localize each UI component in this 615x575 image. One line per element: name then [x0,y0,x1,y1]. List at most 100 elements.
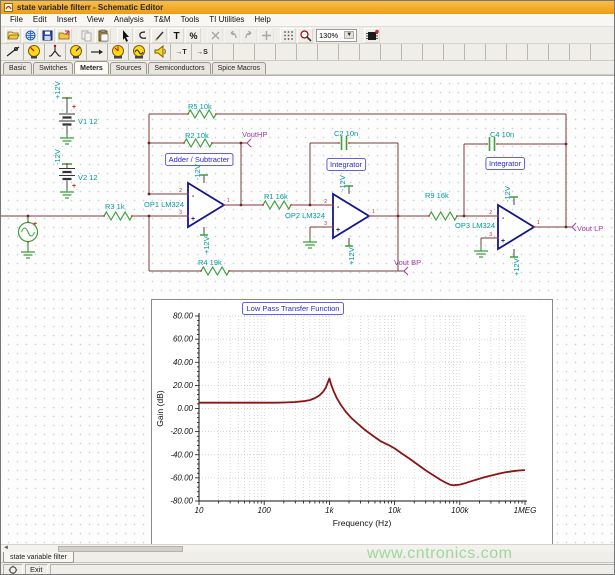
tab-basic[interactable]: Basic [3,62,32,74]
capacitor-c2[interactable] [342,136,347,150]
wire-tool-button[interactable] [134,28,150,43]
label-c4: C4 10n [490,130,514,139]
op1-vplus: +12V [202,236,211,254]
pin-tool-button[interactable] [87,44,108,60]
paste-button[interactable] [95,28,111,43]
to-t-button[interactable]: →T [171,44,192,60]
menu-edit[interactable]: Edit [28,14,52,26]
x-tick-label: 1k [325,506,334,515]
draw-tool-button[interactable] [151,28,167,43]
delete-button[interactable] [207,28,223,43]
to-s-button[interactable]: →S [192,44,213,60]
opamp-op2[interactable] [333,186,369,246]
speaker-button[interactable] [150,44,171,60]
source-polarity: + [33,221,37,228]
ground-op3[interactable] [474,247,488,257]
ground-op2[interactable] [303,238,317,248]
copy-button[interactable] [78,28,94,43]
resistor-r4 [201,267,229,275]
zoom-tool-button[interactable] [297,28,313,43]
select-tool-button[interactable] [117,28,133,43]
tab-spice-macros[interactable]: Spice Macros [212,62,266,74]
open-file-button[interactable] [5,28,21,43]
scroll-left-icon[interactable]: ◄ [3,545,9,551]
signal-analyzer-button[interactable] [129,44,150,60]
document-tab[interactable]: state variable filter [3,552,74,563]
symbol-tool-button[interactable]: % [185,28,201,43]
op2-vplus: +12V [347,247,356,265]
status-message-panel [50,564,615,575]
mode-indicator[interactable] [3,564,23,575]
open-web-button[interactable] [22,28,38,43]
transfer-function-chart[interactable]: 80.0060.0040.0020.000.00-20.00-40.00-60.… [151,299,553,544]
ground-source[interactable] [21,248,35,258]
schematic-labels: +12V-12VV1 12V2 12R3 1kR5 10kR2 10kR1 16… [33,81,603,276]
menu-file[interactable]: File [5,14,28,26]
menu-view[interactable]: View [82,14,109,26]
op1-pin3: 3 [179,210,182,216]
voltmeter-button[interactable] [24,44,45,60]
macro-chip-button[interactable] [364,28,380,43]
op2-pin2: 2 [324,199,327,205]
v1-polarity: + [72,104,76,111]
grid-toggle-button[interactable] [280,28,296,43]
y-tick-label: -60.00 [170,473,193,482]
opamp-op3[interactable] [498,197,534,257]
ammeter-button[interactable] [66,44,87,60]
annotation-adder: Adder / Subtracter [169,155,230,164]
net-vouthp: VoutHP [242,130,267,139]
title-bar[interactable]: state variable filterr - Schematic Edito… [1,1,615,14]
y-tick-label: 40.00 [173,358,194,367]
tab-semiconductors[interactable]: Semiconductors [148,62,210,74]
probe-tool-button[interactable] [3,44,24,60]
x-tick-label: 100 [258,506,272,515]
add-button[interactable] [258,28,274,43]
resistor-r2 [184,139,212,147]
interactive-mode-icon [8,565,18,575]
op2-plus-sign: + [336,227,340,234]
resistor-r5 [188,110,216,118]
redo-button[interactable] [241,28,257,43]
op2-pin3: 3 [324,221,327,227]
label-v2: V2 12 [78,173,98,182]
exit-button[interactable]: Exit [25,564,48,575]
svg-text:%: % [189,31,197,41]
zoom-level-select[interactable]: 130%▼ [316,29,357,42]
x-tick-label: 10 [195,506,204,515]
x-tick-label: 10k [388,506,402,515]
svg-text:T: T [173,31,179,42]
capacitor-c4[interactable] [490,137,495,151]
menu-tools[interactable]: Tools [176,14,205,26]
menu-ti-utilities[interactable]: TI Utilities [204,14,249,26]
tab-switches[interactable]: Switches [33,62,73,74]
menu-insert[interactable]: Insert [52,14,82,26]
tab-meters[interactable]: Meters [74,61,109,74]
label-r2: R2 10k [185,131,209,140]
op1-pin1: 1 [227,198,230,204]
oscilloscope-button[interactable] [108,44,129,60]
undo-button[interactable] [224,28,240,43]
empty-slot [213,44,234,60]
op3-plus-sign: + [501,238,505,245]
watermark: www.cntronics.com [367,545,512,563]
ground-v1[interactable] [60,134,74,144]
menu-tm[interactable]: T&M [149,14,176,26]
menu-help[interactable]: Help [249,14,275,26]
op1-vminus: -12V [193,164,202,180]
export-button[interactable] [56,28,72,43]
app-icon [4,3,13,12]
tab-sources[interactable]: Sources [110,62,148,74]
y-tick-label: -80.00 [170,497,193,506]
window-title: state variable filterr - Schematic Edito… [17,3,163,12]
horizontal-scrollbar[interactable]: ◄ [1,544,615,552]
save-button[interactable] [39,28,55,43]
component-toolbar: →T →S [1,44,615,61]
multimeter-button[interactable] [45,44,66,60]
text-tool-button[interactable]: T [168,28,184,43]
schematic-canvas[interactable]: +12V-12VV1 12V2 12R3 1kR5 10kR2 10kR1 16… [1,75,615,544]
menu-analysis[interactable]: Analysis [109,14,149,26]
net-markers [247,139,576,275]
opamp-op1[interactable] [188,175,224,235]
label-op3: OP3 LM324 [455,221,495,230]
menu-bar: File Edit Insert View Analysis T&M Tools… [1,14,615,27]
